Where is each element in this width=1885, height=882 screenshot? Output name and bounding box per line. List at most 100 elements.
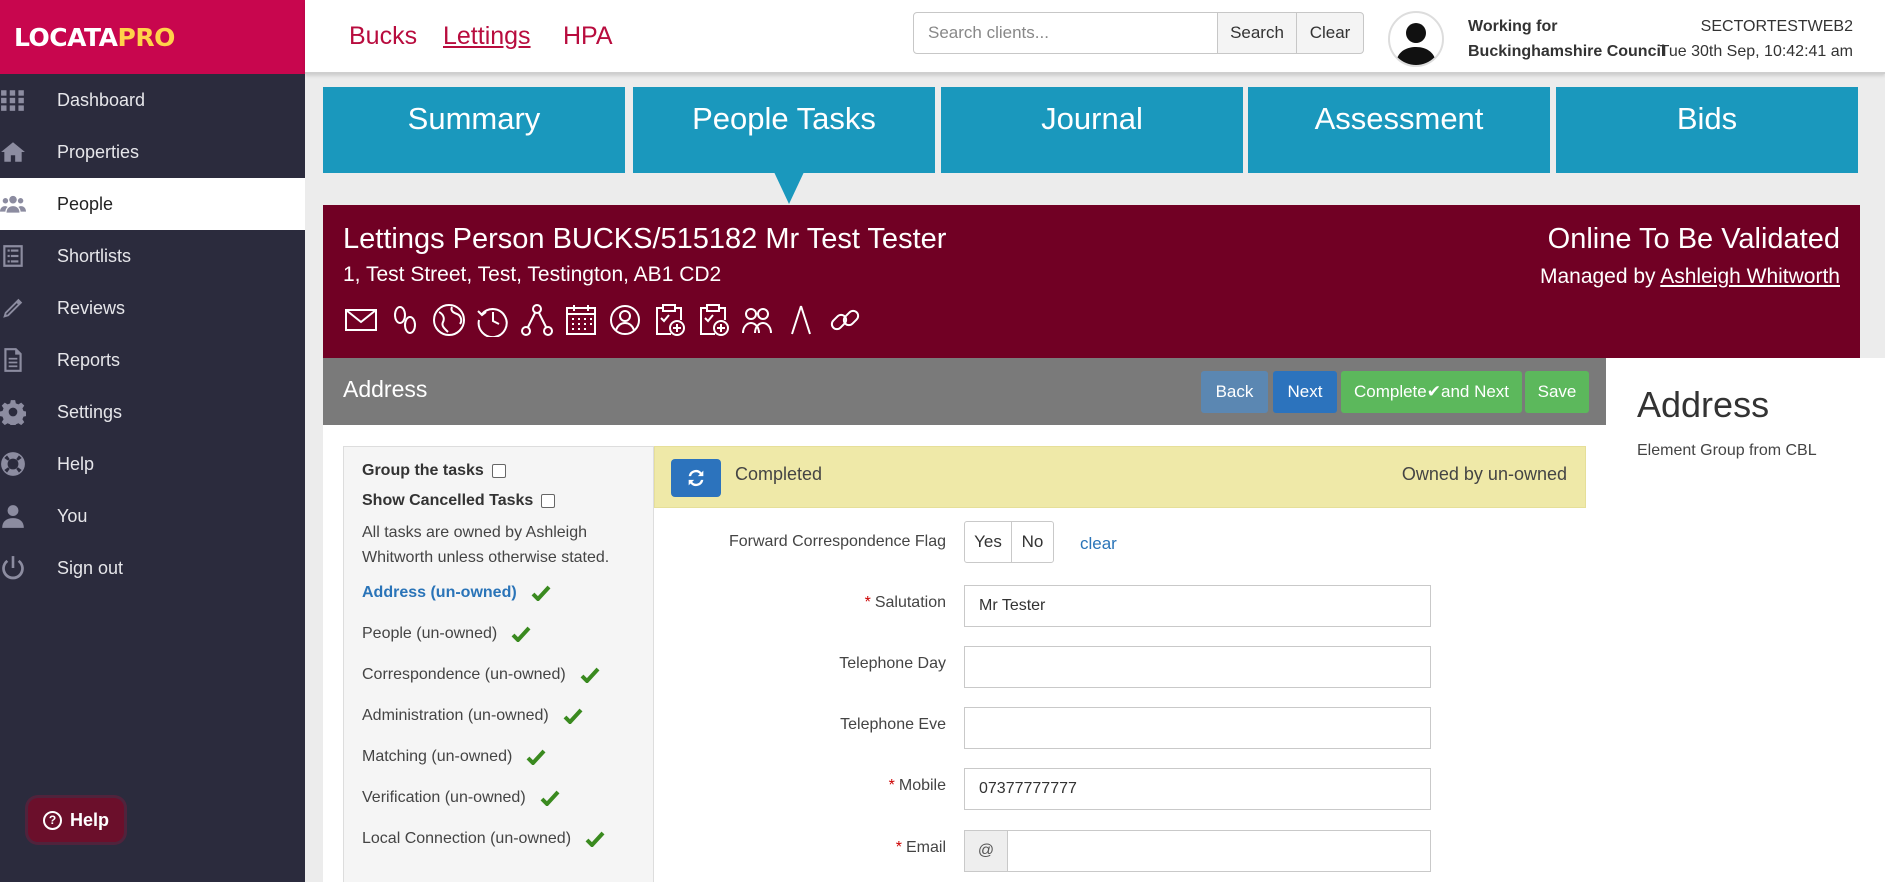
pencil-icon	[0, 295, 57, 321]
sidebar-item-label: Dashboard	[57, 89, 146, 110]
user-silhouette-icon	[1396, 23, 1436, 65]
sidebar-item-people[interactable]: People	[0, 178, 305, 230]
no-button[interactable]: No	[1011, 521, 1054, 563]
person-title: Lettings Person BUCKS/515182 Mr Test Tes…	[343, 223, 947, 255]
task-item[interactable]: Matching (un-owned)	[362, 736, 635, 777]
link-bucks[interactable]: Bucks	[349, 22, 417, 51]
avatar[interactable]	[1388, 11, 1444, 67]
complete-label: Complete	[1353, 382, 1427, 401]
person-address: 1, Test Street, Test, Testington, AB1 CD…	[343, 263, 722, 286]
task-item[interactable]: Correspondence (un-owned)	[362, 654, 635, 695]
sidebar-item-label: Properties	[57, 141, 140, 162]
show-cancelled-checkbox[interactable]	[541, 494, 556, 508]
tab-label: Journal	[1041, 101, 1143, 136]
clipboard-check-icon[interactable]	[695, 301, 731, 339]
environment-info: SECTORTESTWEB2 Tue 30th Sep, 10:42:41 am	[1660, 14, 1853, 64]
link-lettings[interactable]: Lettings	[443, 22, 531, 51]
help-button-label: Help	[69, 809, 109, 830]
history-icon[interactable]	[475, 301, 511, 339]
sidebar-item-shortlists[interactable]: Shortlists	[0, 230, 305, 282]
current-datetime: Tue 30th Sep, 10:42:41 am	[1659, 43, 1853, 60]
sidebar-item-label: Settings	[57, 401, 123, 422]
person-status: Online To Be Validated	[1547, 223, 1840, 255]
back-button[interactable]: Back	[1201, 371, 1268, 413]
sidebar-item-reviews[interactable]: Reviews	[0, 282, 305, 334]
check-icon	[526, 749, 546, 766]
sidebar-item-label: Help	[57, 453, 95, 474]
check-icon: ✔	[1426, 382, 1441, 401]
task-list: Group the tasks Show Cancelled Tasks All…	[343, 446, 654, 882]
tab-bids[interactable]: Bids	[1556, 87, 1858, 173]
link-icon[interactable]	[827, 301, 863, 339]
calendar-icon[interactable]	[563, 301, 599, 339]
task-owner-text: Owned by un-owned	[1401, 464, 1567, 484]
save-button[interactable]: Save	[1525, 371, 1589, 413]
house-icon	[0, 139, 57, 165]
check-icon	[531, 585, 551, 602]
task-label: Local Connection (un-owned)	[362, 829, 572, 847]
grid-icon	[0, 87, 57, 113]
sidebar-item-label: Reviews	[57, 297, 126, 318]
clear-button[interactable]: Clear	[1296, 12, 1364, 54]
tab-summary[interactable]: Summary	[323, 87, 625, 173]
mobile-input[interactable]: 07377777777	[964, 768, 1431, 810]
help-button[interactable]: ? Help	[28, 798, 124, 842]
task-label: Verification (un-owned)	[362, 788, 526, 806]
yes-button[interactable]: Yes	[964, 521, 1012, 563]
group-icon[interactable]	[739, 301, 775, 339]
salutation-input[interactable]: Mr Tester	[964, 585, 1431, 627]
sidebar-item-properties[interactable]: Properties	[0, 126, 305, 178]
globe-icon[interactable]	[431, 301, 467, 339]
next-button[interactable]: Next	[1273, 371, 1337, 413]
clear-link[interactable]: clear	[1080, 534, 1117, 554]
telephone-eve-input[interactable]	[964, 707, 1431, 749]
tab-label: Assessment	[1314, 101, 1484, 136]
network-icon[interactable]	[519, 301, 555, 339]
user-circle-icon[interactable]	[607, 301, 643, 339]
tab-assessment[interactable]: Assessment	[1248, 87, 1550, 173]
sidebar-item-help[interactable]: Help	[0, 438, 305, 490]
list-icon	[0, 243, 57, 269]
person-action-icons	[343, 301, 863, 339]
link-hpa[interactable]: HPA	[563, 22, 613, 51]
sidebar-item-sign-out[interactable]: Sign out	[0, 542, 305, 594]
tab-label: Bids	[1676, 101, 1738, 136]
task-item[interactable]: Local Connection (un-owned)	[362, 818, 635, 859]
task-item[interactable]: Administration (un-owned)	[362, 695, 635, 736]
search-button[interactable]: Search	[1217, 12, 1297, 54]
managed-by-label: Managed by	[1539, 265, 1656, 288]
sidebar-item-settings[interactable]: Settings	[0, 386, 305, 438]
document-icon	[0, 347, 57, 373]
sidebar-item-reports[interactable]: Reports	[0, 334, 305, 386]
section-bar: Address Back Next Complete ✔ and Next Save	[323, 358, 1606, 425]
email-input[interactable]	[1007, 830, 1431, 872]
sidebar-item-dashboard[interactable]: Dashboard	[0, 74, 305, 126]
main-panel: Group the tasks Show Cancelled Tasks All…	[323, 425, 1606, 882]
person-header: Lettings Person BUCKS/515182 Mr Test Tes…	[323, 205, 1860, 358]
footsteps-icon[interactable]	[387, 301, 423, 339]
walk-icon[interactable]	[783, 301, 819, 339]
task-item[interactable]: Verification (un-owned)	[362, 777, 635, 818]
envelope-icon[interactable]	[343, 301, 379, 339]
task-item[interactable]: People (un-owned)	[362, 613, 635, 654]
sidebar-item-you[interactable]: You	[0, 490, 305, 542]
check-icon	[585, 831, 605, 848]
clipboard-add-icon[interactable]	[651, 301, 687, 339]
managed-by-link[interactable]: Ashleigh Whitworth	[1660, 265, 1840, 288]
task-label: People (un-owned)	[362, 624, 498, 642]
search-input[interactable]	[913, 12, 1218, 54]
sidebar-item-label: People	[57, 193, 114, 214]
complete-and-next-button[interactable]: Complete ✔ and Next	[1341, 371, 1522, 413]
group-tasks-checkbox[interactable]	[491, 464, 506, 478]
info-title: Address	[1637, 384, 1770, 425]
refresh-button[interactable]	[671, 459, 721, 497]
tab-journal[interactable]: Journal	[941, 87, 1243, 173]
telephone-day-input[interactable]	[964, 646, 1431, 688]
logo[interactable]: LOCATAPRO	[0, 0, 305, 74]
task-item[interactable]: Address (un-owned)	[362, 572, 635, 613]
refresh-icon	[688, 469, 704, 487]
tab-people-tasks[interactable]: People Tasks	[633, 87, 935, 173]
mobile-label-text: Mobile	[898, 777, 946, 794]
salutation-label-text: Salutation	[874, 594, 946, 611]
task-label: Administration (un-owned)	[362, 706, 549, 724]
